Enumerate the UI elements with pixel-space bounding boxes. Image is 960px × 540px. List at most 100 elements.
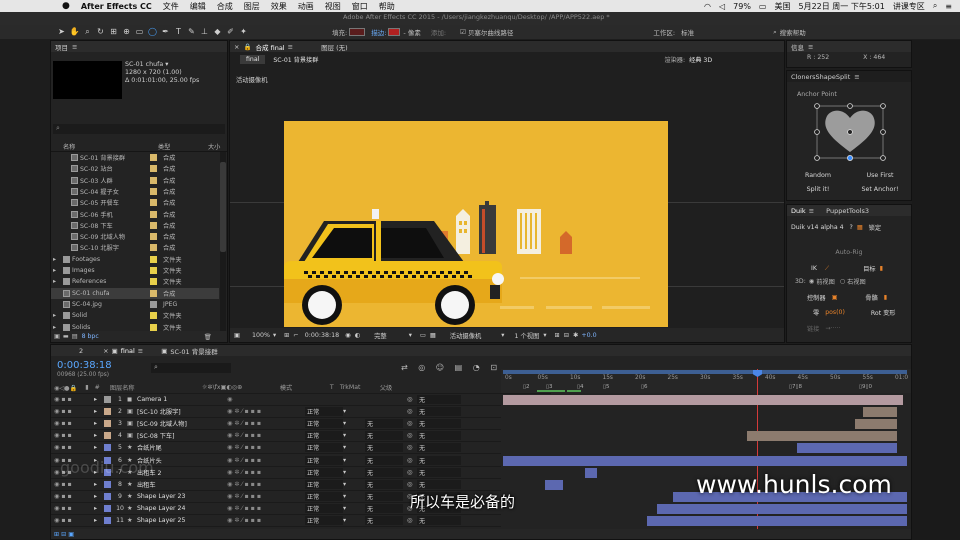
views-select[interactable]: 1 个视图 bbox=[514, 331, 539, 340]
breadcrumb[interactable]: SC-01 背景接群 bbox=[273, 55, 318, 64]
trkmat-select[interactable]: 无 bbox=[365, 419, 403, 429]
pos0-button[interactable]: pos(0) bbox=[825, 309, 845, 316]
new-folder-icon[interactable]: ▬ bbox=[63, 333, 69, 340]
col-type[interactable]: 类型 bbox=[158, 142, 208, 151]
tab-layer[interactable]: 图层 (无) bbox=[321, 42, 348, 52]
timeline-search[interactable]: ⌕ bbox=[151, 363, 231, 373]
menu-view[interactable]: 视图 bbox=[325, 1, 341, 12]
layer-duration-bar[interactable] bbox=[747, 431, 897, 442]
battery-text[interactable]: 79% bbox=[733, 2, 751, 11]
label-swatch[interactable] bbox=[150, 154, 157, 161]
anchor-grid[interactable] bbox=[813, 102, 887, 162]
comp-flow-icon[interactable]: ⇄ bbox=[401, 363, 408, 372]
disclosure-triangle-icon[interactable]: ▸ bbox=[94, 481, 102, 488]
roi-icon[interactable]: ▭ bbox=[420, 332, 426, 339]
renderer-value[interactable]: 经典 3D bbox=[689, 55, 712, 64]
project-item[interactable]: SC-08 下车 合成 bbox=[51, 220, 219, 231]
zoom-tool-icon[interactable]: ⌕ bbox=[82, 27, 93, 37]
layer-label-swatch[interactable] bbox=[104, 408, 111, 416]
tab-comp-final[interactable]: 合成 final bbox=[256, 42, 285, 52]
channel-icon[interactable]: ◐ bbox=[355, 332, 361, 339]
layer-name[interactable]: [SC-09 北域人物] bbox=[137, 419, 227, 428]
disclosure-triangle-icon[interactable]: ▸ bbox=[51, 256, 61, 263]
blend-mode-select[interactable]: 正常 bbox=[305, 407, 343, 417]
pickwhip-icon[interactable]: ◎ bbox=[407, 396, 417, 403]
apple-icon[interactable]: ● bbox=[62, 1, 70, 11]
region-icon[interactable]: ⌐ bbox=[293, 332, 298, 339]
pickwhip-icon[interactable]: ◎ bbox=[407, 420, 417, 427]
frame-blend-icon[interactable]: ▤ bbox=[455, 363, 463, 372]
trkmat-select[interactable]: 无 bbox=[365, 455, 403, 465]
comp-name[interactable]: SC-01 chufa ▾ bbox=[125, 61, 199, 69]
blend-mode-select[interactable]: 正常 bbox=[305, 455, 343, 465]
layer-row[interactable]: ◉ ▪ ▪ ▸ 1 ◼ Camera 1 ◉ ◎ 无 bbox=[51, 394, 501, 406]
project-item[interactable]: ▸ References 文件夹 bbox=[51, 276, 219, 287]
safe-area-icon[interactable]: ⊞ bbox=[284, 332, 289, 339]
layer-name[interactable]: [SC-08 下车] bbox=[137, 431, 227, 440]
camera-tool-icon[interactable]: ⊞ bbox=[108, 27, 119, 37]
tab-duik[interactable]: Duik bbox=[791, 207, 806, 215]
col-size[interactable]: 大小 bbox=[208, 142, 220, 151]
app-menu[interactable]: After Effects CC bbox=[81, 2, 152, 11]
project-tab[interactable]: 项目 ≡ bbox=[51, 41, 227, 52]
layer-name-col[interactable]: 图层名称 bbox=[110, 383, 202, 392]
close-tab-icon[interactable]: × bbox=[103, 347, 108, 355]
grid-icon[interactable]: ⊞ bbox=[555, 332, 560, 339]
help-icon[interactable]: ? bbox=[850, 224, 853, 231]
camera-snap-icon[interactable]: ◉ bbox=[345, 332, 351, 339]
zoom-select[interactable]: 100% bbox=[252, 332, 270, 339]
resolution-select[interactable]: 完整 bbox=[374, 331, 387, 340]
visibility-eye-icon[interactable]: ◉ ▪ ▪ bbox=[54, 481, 94, 488]
menu-layer[interactable]: 图层 bbox=[244, 1, 260, 12]
roto-tool-icon[interactable]: ✐ bbox=[225, 27, 236, 37]
disclosure-triangle-icon[interactable]: ▸ bbox=[51, 312, 61, 319]
trash-icon[interactable]: 🗑 bbox=[204, 333, 212, 341]
viewer-timecode[interactable]: 0:00:38:18 bbox=[305, 332, 339, 339]
label-swatch[interactable] bbox=[150, 267, 157, 274]
layer-row[interactable]: ◉ ▪ ▪ ▸ 5 ★ 合纸片尾 ◉ ✲ ⁄ ▪ ▪ ▪ 正常 ▾ 无 ◎ 无 bbox=[51, 442, 501, 455]
label-swatch[interactable] bbox=[150, 323, 157, 331]
parent-select[interactable]: 无 bbox=[417, 443, 461, 453]
disclosure-triangle-icon[interactable]: ▸ bbox=[94, 444, 102, 451]
layer-name[interactable]: 合纸片尾 bbox=[137, 443, 227, 452]
blend-mode-select[interactable]: 正常 bbox=[305, 503, 343, 513]
rot-button[interactable]: Rot 变形 bbox=[871, 308, 896, 317]
disclosure-triangle-icon[interactable]: ▸ bbox=[94, 420, 102, 427]
layer-name[interactable]: [SC-10 北服字] bbox=[137, 407, 227, 416]
layer-duration-bar[interactable] bbox=[797, 443, 897, 454]
disclosure-triangle-icon[interactable]: ▸ bbox=[94, 432, 102, 439]
visibility-eye-icon[interactable]: ◉ ▪ ▪ bbox=[54, 444, 94, 451]
snapshot-icon[interactable]: ▣ bbox=[234, 332, 240, 339]
visibility-eye-icon[interactable]: ◉ ▪ ▪ bbox=[54, 505, 94, 512]
rect-tool-icon[interactable]: ▭ bbox=[134, 27, 145, 37]
blend-mode-select[interactable]: 正常 bbox=[305, 431, 343, 441]
project-search[interactable]: ⌕ bbox=[53, 124, 225, 134]
label-swatch[interactable] bbox=[150, 278, 157, 286]
label-swatch[interactable] bbox=[150, 187, 157, 195]
visibility-eye-icon[interactable]: ◉ ▪ ▪ bbox=[54, 396, 94, 403]
visibility-eye-icon[interactable]: ◉ ▪ ▪ bbox=[54, 493, 94, 500]
random-button[interactable]: Random bbox=[787, 172, 849, 179]
layer-name[interactable]: 出租车 bbox=[137, 480, 227, 489]
blend-mode-select[interactable]: 正常 bbox=[305, 491, 343, 501]
duik-orange-icon[interactable]: ▦ bbox=[857, 224, 863, 231]
exposure-value[interactable]: +0.0 bbox=[581, 332, 596, 339]
pickwhip-icon[interactable]: ◎ bbox=[407, 469, 417, 476]
label-swatch[interactable] bbox=[150, 300, 157, 308]
rotate-tool-icon[interactable]: ↻ bbox=[95, 27, 106, 37]
ik-icon[interactable]: ⟋ bbox=[825, 265, 829, 273]
ik-button[interactable]: IK bbox=[811, 265, 817, 272]
project-item[interactable]: SC-09 北域人物 合成 bbox=[51, 231, 219, 242]
layer-switches[interactable]: ◉ ✲ ⁄ ▪ ▪ ▪ bbox=[227, 481, 305, 488]
layer-duration-bar[interactable] bbox=[503, 455, 907, 466]
controller-icon[interactable]: ▣ bbox=[832, 294, 838, 301]
split-button[interactable]: Split it! bbox=[787, 186, 849, 193]
visibility-eye-icon[interactable]: ◉ ▪ ▪ bbox=[54, 432, 94, 439]
layer-label-swatch[interactable] bbox=[104, 492, 111, 500]
pickwhip-icon[interactable]: ◎ bbox=[407, 457, 417, 464]
clock[interactable]: 5月22日 周一 下午5:01 bbox=[798, 1, 884, 12]
fill-swatch[interactable] bbox=[349, 28, 366, 36]
layer-duration-bar[interactable] bbox=[647, 516, 907, 526]
parent-select[interactable]: 无 bbox=[417, 516, 461, 525]
camera-select[interactable]: 活动摄像机 bbox=[450, 331, 481, 340]
